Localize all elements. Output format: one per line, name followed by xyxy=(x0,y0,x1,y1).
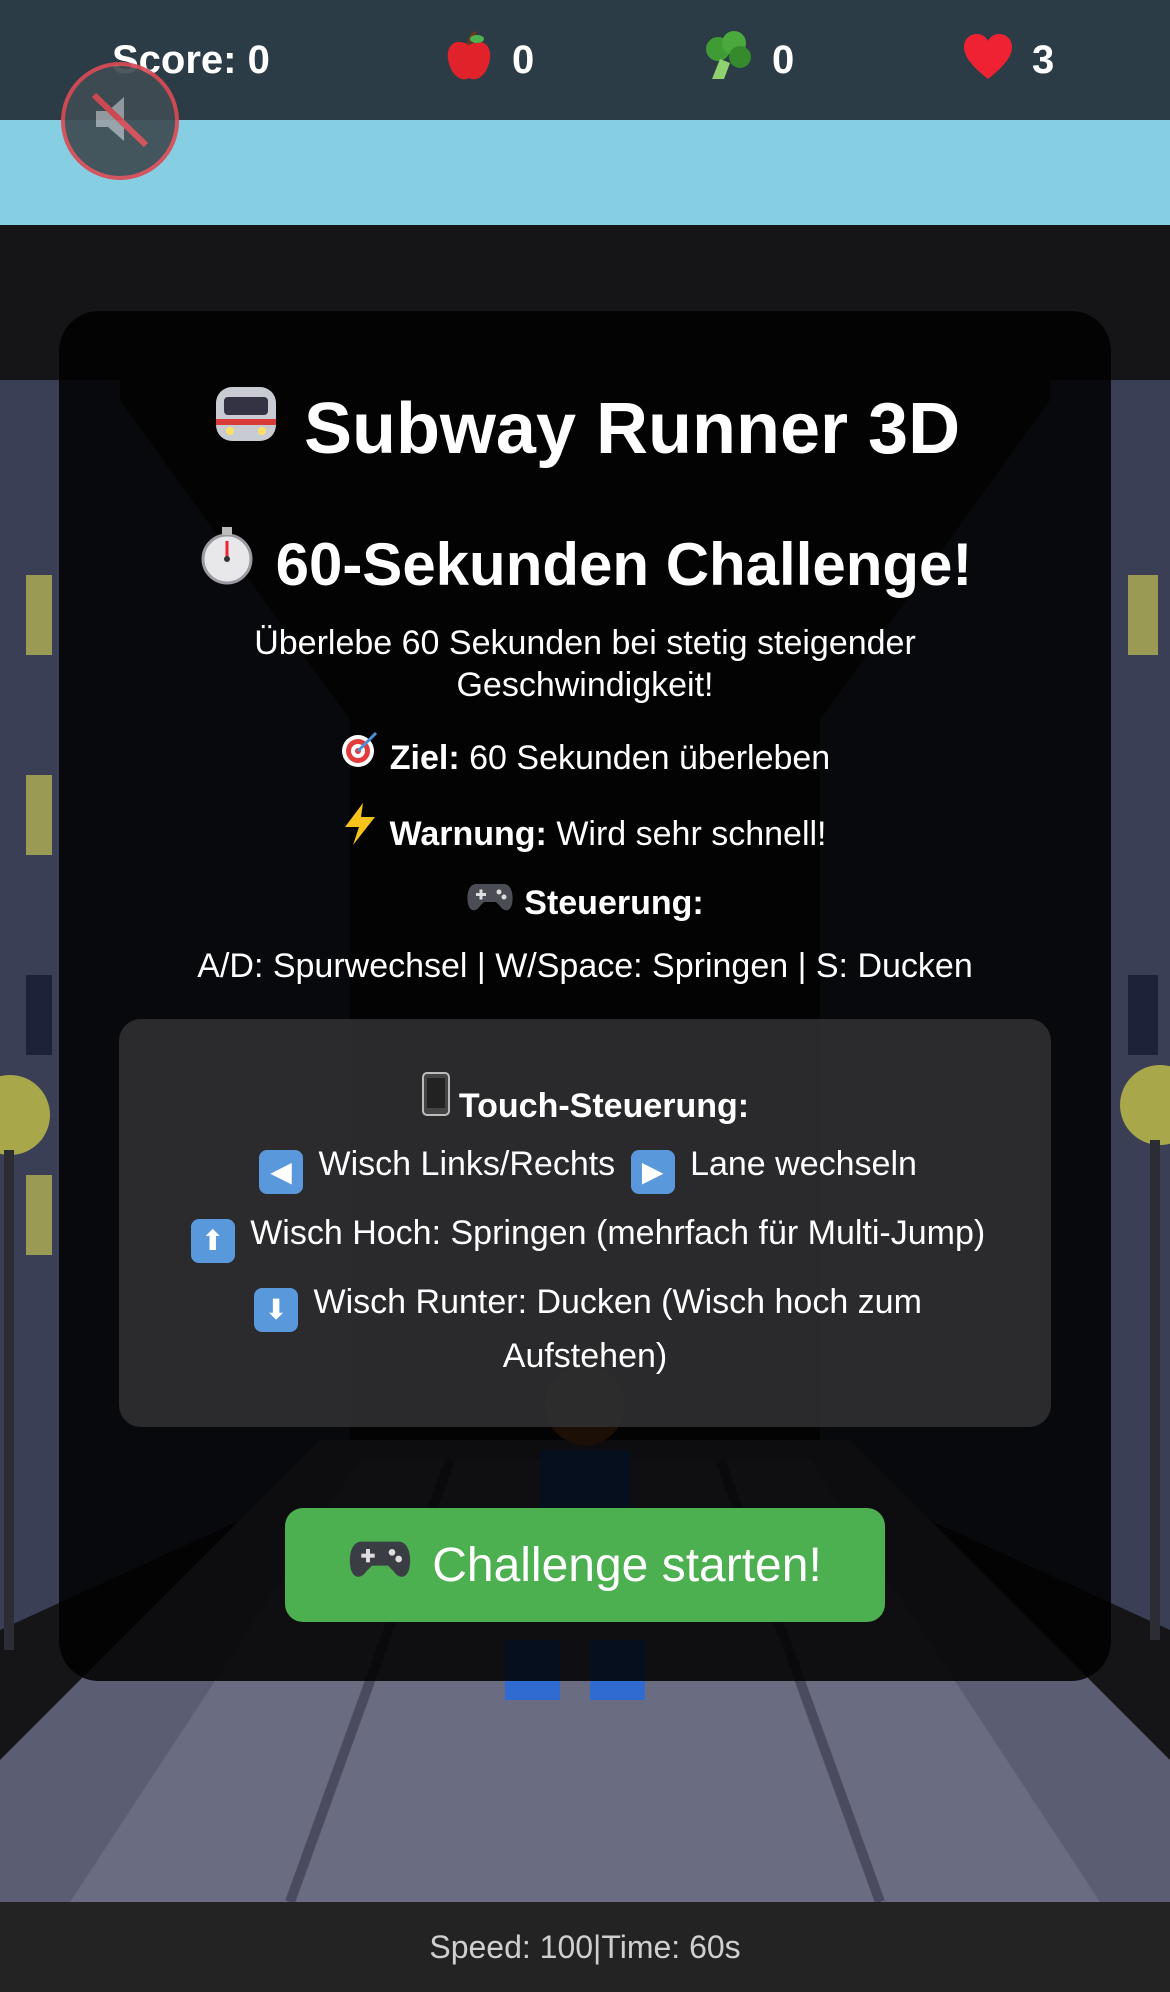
heart-icon xyxy=(962,33,1014,88)
gamepad-icon xyxy=(466,878,514,928)
lives-count: 3 xyxy=(1032,37,1055,82)
down-arrow-icon: ⬇ xyxy=(254,1288,299,1332)
apple-counter: 0 xyxy=(444,30,534,90)
touch-swipe-lr-line: ◀ Wisch Links/Rechts ▶ Lane wechseln xyxy=(119,1140,1051,1194)
touch-controls-panel: Touch-Steuerung: ◀ Wisch Links/Rechts ▶ … xyxy=(119,1019,1051,1427)
broccoli-counter: 0 xyxy=(702,30,794,90)
goal-text: 60 Sekunden überleben xyxy=(469,739,831,777)
up-arrow-icon: ⬆ xyxy=(190,1219,235,1263)
speaker-muted-icon xyxy=(88,87,152,156)
phone-icon xyxy=(421,1071,451,1130)
lives-counter: 3 xyxy=(962,30,1054,90)
right-arrow-icon: ▶ xyxy=(630,1150,675,1194)
lightning-icon xyxy=(343,803,377,859)
touch-controls-heading: Touch-Steuerung: xyxy=(119,1071,1051,1130)
broccoli-count: 0 xyxy=(772,37,795,82)
swipe-lr-text: Wisch Links/Rechts xyxy=(318,1145,616,1183)
goal-line: Ziel: 60 Sekunden überleben xyxy=(59,729,1111,783)
start-modal: Subway Runner 3D 60-Sekunden Challenge! … xyxy=(59,311,1111,1681)
score-value: 0 xyxy=(247,37,270,82)
stopwatch-icon xyxy=(198,522,256,612)
goal-label: Ziel: xyxy=(389,739,460,777)
game-title-text: Subway Runner 3D xyxy=(303,389,961,469)
start-button-label: Challenge starten! xyxy=(432,1538,822,1592)
apple-count: 0 xyxy=(512,37,535,82)
target-icon xyxy=(340,729,380,783)
challenge-description: Überlebe 60 Sekunden bei stetig steigend… xyxy=(254,624,916,704)
touch-swipe-up-line: ⬆ Wisch Hoch: Springen (mehrfach für Mul… xyxy=(119,1209,1051,1263)
swipe-down-text: Wisch Runter: Ducken (Wisch hoch zum Auf… xyxy=(313,1283,922,1375)
game-title: Subway Runner 3D xyxy=(59,378,1111,479)
controls-heading: Steuerung: xyxy=(59,878,1111,928)
warning-label: Warnung: xyxy=(389,815,547,853)
lane-change-text: Lane wechseln xyxy=(690,1145,917,1183)
metro-icon xyxy=(210,378,282,478)
start-challenge-button[interactable]: Challenge starten! xyxy=(285,1508,885,1622)
touch-swipe-down-line: ⬇ Wisch Runter: Ducken (Wisch hoch zum A… xyxy=(119,1278,1051,1380)
mute-toggle-button[interactable] xyxy=(61,62,179,180)
keyboard-controls-text: A/D: Spurwechsel | W/Space: Springen | S… xyxy=(197,947,973,985)
warning-line: Warnung: Wird sehr schnell! xyxy=(59,803,1111,859)
challenge-title-text: 60-Sekunden Challenge! xyxy=(275,531,973,598)
touch-title-text: Touch-Steuerung: xyxy=(458,1087,750,1125)
controls-label: Steuerung: xyxy=(524,884,704,922)
warning-text: Wird sehr schnell! xyxy=(556,815,827,853)
broccoli-icon xyxy=(702,30,754,90)
status-bar: Speed: 100|Time: 60s xyxy=(0,1902,1170,1992)
gamepad-icon xyxy=(348,1535,412,1595)
challenge-title: 60-Sekunden Challenge! xyxy=(59,520,1111,612)
apple-icon xyxy=(444,30,494,90)
swipe-up-text: Wisch Hoch: Springen (mehrfach für Multi… xyxy=(250,1214,986,1252)
left-arrow-icon: ◀ xyxy=(259,1150,304,1194)
speed-time-readout: Speed: 100|Time: 60s xyxy=(429,1928,741,1965)
